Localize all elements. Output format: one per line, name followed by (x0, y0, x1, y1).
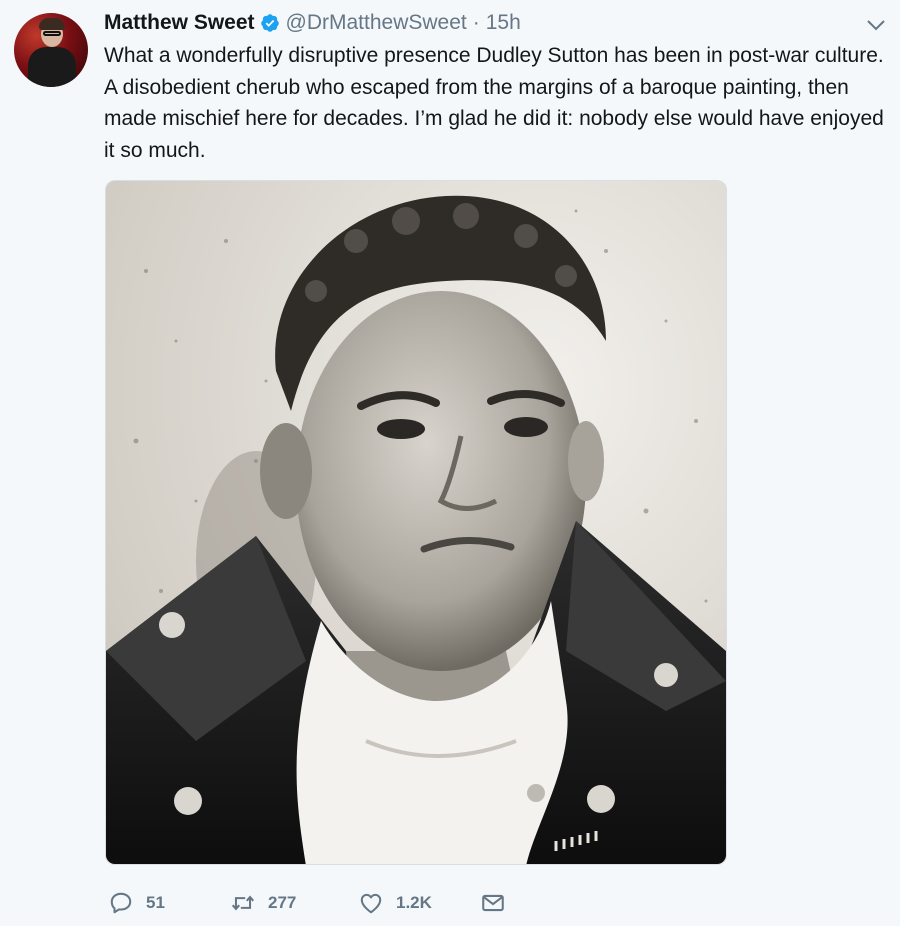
tweet-text: What a wonderfully disruptive presence D… (104, 44, 884, 162)
retweet-count: 277 (268, 893, 297, 912)
envelope-icon (482, 894, 504, 912)
reply-icon (110, 892, 132, 914)
tweet-header: Matthew Sweet @DrMatthewSweet · 15h (104, 10, 521, 36)
tweet-photo[interactable] (105, 180, 727, 865)
handle[interactable]: @DrMatthewSweet (286, 11, 467, 35)
reply-count: 51 (146, 893, 165, 912)
avatar[interactable] (14, 13, 88, 87)
retweet-icon (231, 895, 255, 911)
display-name[interactable]: Matthew Sweet (104, 11, 255, 35)
retweet-button[interactable]: 277 (230, 888, 296, 918)
heart-icon (360, 893, 382, 914)
like-button[interactable]: 1.2K (358, 888, 432, 918)
reply-button[interactable]: 51 (108, 888, 165, 918)
direct-message-button[interactable] (480, 888, 506, 918)
separator-dot: · (472, 11, 480, 34)
verified-badge-icon (260, 14, 279, 32)
chevron-down-icon[interactable] (866, 18, 886, 32)
timestamp[interactable]: 15h (486, 11, 521, 35)
like-count: 1.2K (396, 893, 432, 912)
